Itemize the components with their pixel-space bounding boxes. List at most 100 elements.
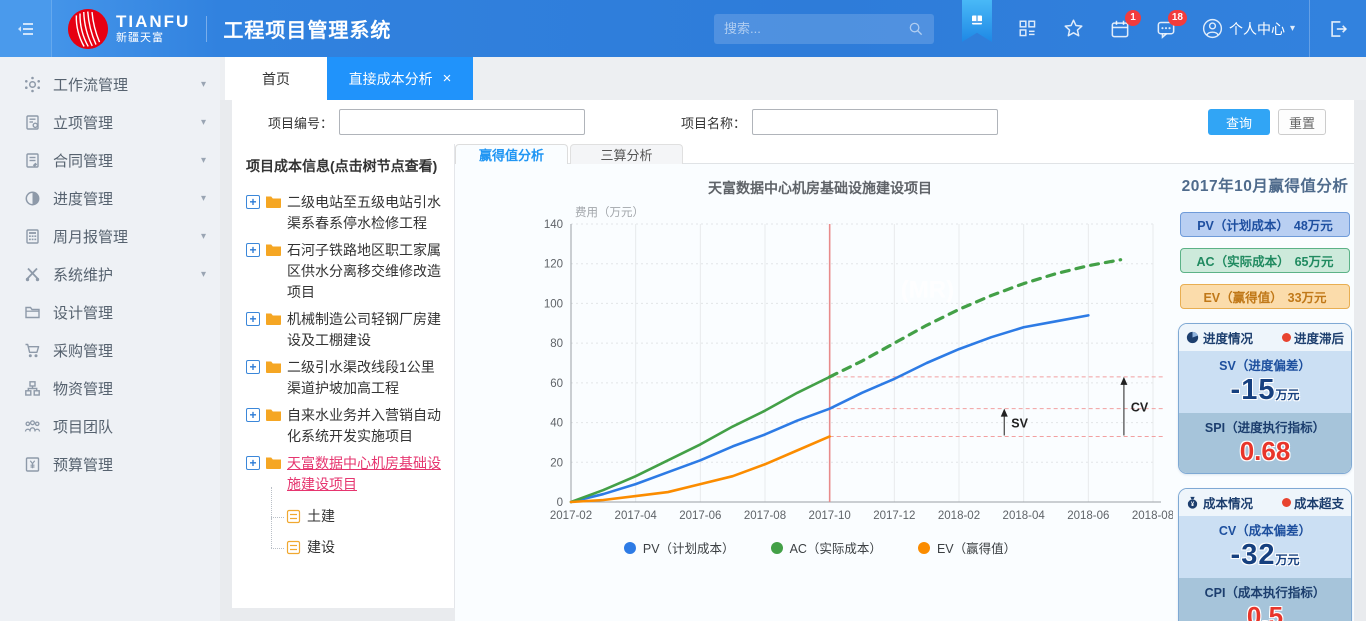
sidebar-item-contract[interactable]: 合同管理▾ [0,141,220,179]
sidebar-item-project-team[interactable]: 项目团队▾ [0,407,220,445]
user-menu[interactable]: 个人中心 ▾ [1202,18,1295,39]
legend-item[interactable]: AC（实际成本） [771,538,882,557]
sidebar-collapse-button[interactable] [0,0,52,57]
analysis-tab-bar: 赢得值分析 三算分析 [455,144,1354,164]
page-tab-bar: 首页 直接成本分析 × [220,57,1366,100]
chevron-down-icon: ▾ [201,269,206,280]
legend-item[interactable]: PV（计划成本） [624,538,735,557]
tab-direct-cost-analysis[interactable]: 直接成本分析 × [327,57,473,100]
tree-node[interactable]: + 二级引水渠改线段1公里渠道护坡加高工程 [246,357,448,399]
sv-value: -15 [1231,374,1276,406]
global-search[interactable] [714,14,934,44]
progress-pie-icon [24,190,41,207]
sidebar-item-system-maintenance[interactable]: 系统维护▾ [0,255,220,293]
tab-three-calc-analysis[interactable]: 三算分析 [570,144,683,164]
evm-line-chart: 2017-022017-042017-062017-082017-102017-… [513,202,1173,534]
project-name-label: 项目名称： [681,113,746,132]
sidebar-item-design[interactable]: 设计管理▾ [0,293,220,331]
expand-plus-icon[interactable]: + [246,408,260,422]
folder-icon [265,359,282,374]
apps-grid-icon[interactable] [1018,19,1037,38]
tab-earned-value-analysis[interactable]: 赢得值分析 [455,144,568,164]
sidebar-item-progress[interactable]: 进度管理▾ [0,179,220,217]
messages-badge: 18 [1168,10,1187,26]
bookmark-ribbon-icon[interactable] [962,0,992,42]
svg-text:40: 40 [550,418,563,430]
cv-label: CV（成本偏差） [1179,520,1351,539]
header-divider [206,16,207,42]
tree-node[interactable]: + 自来水业务并入营销自动化系统开发实施项目 [246,405,448,447]
user-menu-label: 个人中心 [1229,19,1285,39]
expand-plus-icon[interactable]: + [246,243,260,257]
folder-icon [265,407,282,422]
tree-node[interactable]: + 机械制造公司轻钢厂房建设及工棚建设 [246,309,448,351]
tree-node-selected[interactable]: + 天富数据中心机房基础设施建设项目 [246,453,448,495]
messages-icon[interactable]: 18 [1156,19,1176,39]
collapse-menu-icon [17,22,35,36]
sidebar-item-budget[interactable]: 预算管理▾ [0,445,220,483]
ev-pill: EV（赢得值）33万元 [1180,284,1350,309]
svg-text:120: 120 [544,259,563,271]
project-code-input[interactable] [339,109,585,135]
status-dot-red [1282,498,1291,507]
calculator-icon [24,228,41,245]
svg-text:费用（万元）: 费用（万元） [575,206,644,219]
sidebar-item-weekly-monthly-report[interactable]: 周月报管理▾ [0,217,220,255]
logout-icon[interactable] [1328,19,1348,39]
tree-leaf-node[interactable]: 建设 [286,532,448,563]
filter-bar: 项目编号： 项目名称： 查询 重置 [232,100,1354,144]
folder-icon [265,455,282,470]
svg-text:140: 140 [544,219,563,231]
sidebar-item-project-initiation[interactable]: 立项管理▾ [0,103,220,141]
project-name-input[interactable] [752,109,998,135]
legend-item[interactable]: EV（赢得值） [918,538,1016,557]
calendar-icon[interactable]: 1 [1110,19,1130,39]
cv-value: -32 [1231,539,1276,571]
sidebar-item-materials[interactable]: 物资管理▾ [0,369,220,407]
svg-text:80: 80 [550,338,563,350]
evm-chart-zone: 天富数据中心机房基础设施建设项目 2017-022017-042017-0620… [467,172,1173,621]
svg-text:60: 60 [550,378,563,390]
tree-leaf-node[interactable]: 土建 [286,501,448,532]
spi-label: SPI（进度执行指标） [1179,417,1351,436]
expand-plus-icon[interactable]: + [246,312,260,326]
sidebar: 工作流管理▾ 立项管理▾ 合同管理▾ 进度管理▾ 周月报管理▾ [0,57,220,621]
calendar-badge: 1 [1125,10,1141,26]
tree-node[interactable]: + 二级电站至五级电站引水渠系春系停水检修工程 [246,192,448,234]
svg-text:2017-06: 2017-06 [679,510,721,522]
brand-logo-icon [68,9,108,49]
pie-chart-icon [1186,331,1199,344]
reset-button[interactable]: 重置 [1278,109,1326,135]
tools-icon [24,266,41,283]
sidebar-item-workflow[interactable]: 工作流管理▾ [0,65,220,103]
book-icon [970,14,984,28]
header-divider [1309,0,1310,57]
svg-text:2017-12: 2017-12 [873,510,915,522]
favorites-star-icon[interactable] [1063,18,1084,39]
analysis-panel: 赢得值分析 三算分析 天富数据中心机房基础设施建设项目 2017-022017-… [455,144,1354,608]
expand-plus-icon[interactable]: + [246,456,260,470]
query-button[interactable]: 查询 [1208,109,1270,135]
avatar-icon [1202,18,1223,39]
expand-plus-icon[interactable]: + [246,195,260,209]
workflow-icon [24,76,41,93]
tab-home[interactable]: 首页 [225,57,327,100]
brand-subname: 新疆天富 [116,32,190,44]
sidebar-item-procurement[interactable]: 采购管理▾ [0,331,220,369]
app-title: 工程项目管理系统 [223,14,391,43]
money-bag-icon: ¥ [1186,496,1199,509]
search-input[interactable] [724,21,908,36]
evm-summary-column: 2017年10月赢得值分析 PV（计划成本）48万元 AC（实际成本）65万元 … [1177,172,1353,621]
chevron-down-icon: ▾ [201,155,206,166]
document-gear-icon [24,114,41,131]
status-dot-red [1282,333,1291,342]
folder-icon [265,311,282,326]
tree-node[interactable]: + 石河子铁路地区职工家属区供水分离移交维修改造项目 [246,240,448,303]
folder-icon [265,242,282,257]
document-icon [286,509,301,524]
close-tab-icon[interactable]: × [443,71,452,86]
shopping-cart-icon [24,342,41,359]
progress-status-label: 进度滞后 [1294,328,1344,347]
team-icon [24,418,41,435]
expand-plus-icon[interactable]: + [246,360,260,374]
